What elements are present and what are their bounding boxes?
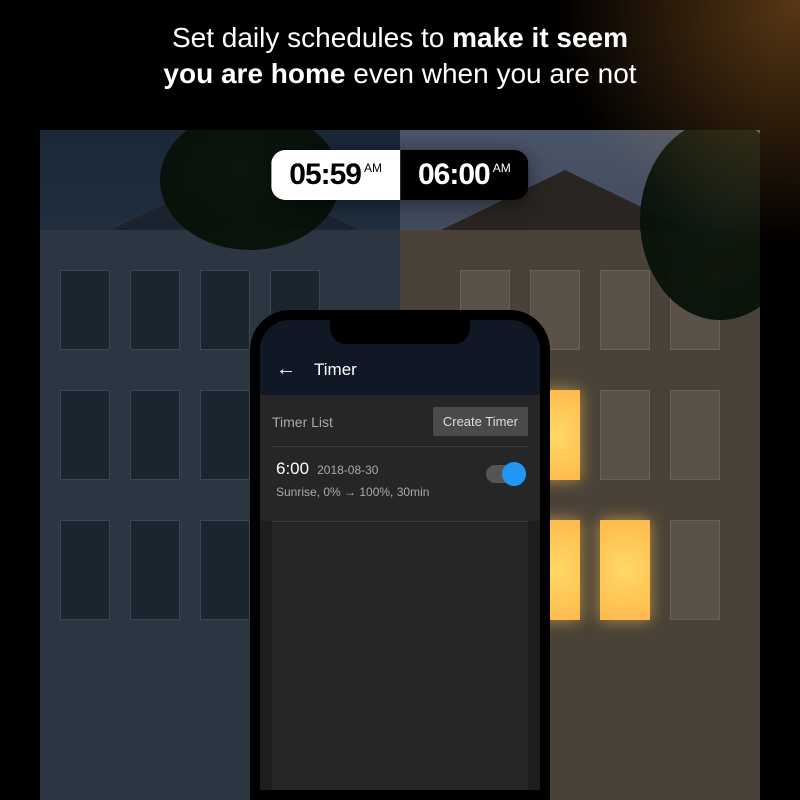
timer-date: 2018-08-30 xyxy=(317,463,378,477)
create-timer-button[interactable]: Create Timer xyxy=(433,407,528,436)
timer-toggle[interactable] xyxy=(486,465,524,483)
timer-time: 6:00 xyxy=(276,459,309,479)
time-before: 05:59 AM xyxy=(271,150,400,200)
back-icon[interactable]: ← xyxy=(276,358,296,381)
list-title: Timer List xyxy=(272,414,333,430)
timer-list-item[interactable]: 6:00 2018-08-30 Sunrise, 0% → 100%, 30mi… xyxy=(272,446,528,509)
phone-notch xyxy=(330,320,470,344)
phone-mockup: ← Timer Timer List Create Timer 6:00 201… xyxy=(250,310,550,800)
timer-detail: Sunrise, 0% → 100%, 30min xyxy=(276,485,524,499)
time-after: 06:00 AM xyxy=(400,150,529,200)
time-comparison-pill: 05:59 AM 06:00 AM xyxy=(271,150,528,200)
promo-headline: Set daily schedules to make it seem you … xyxy=(0,20,800,93)
app-title: Timer xyxy=(314,360,357,380)
